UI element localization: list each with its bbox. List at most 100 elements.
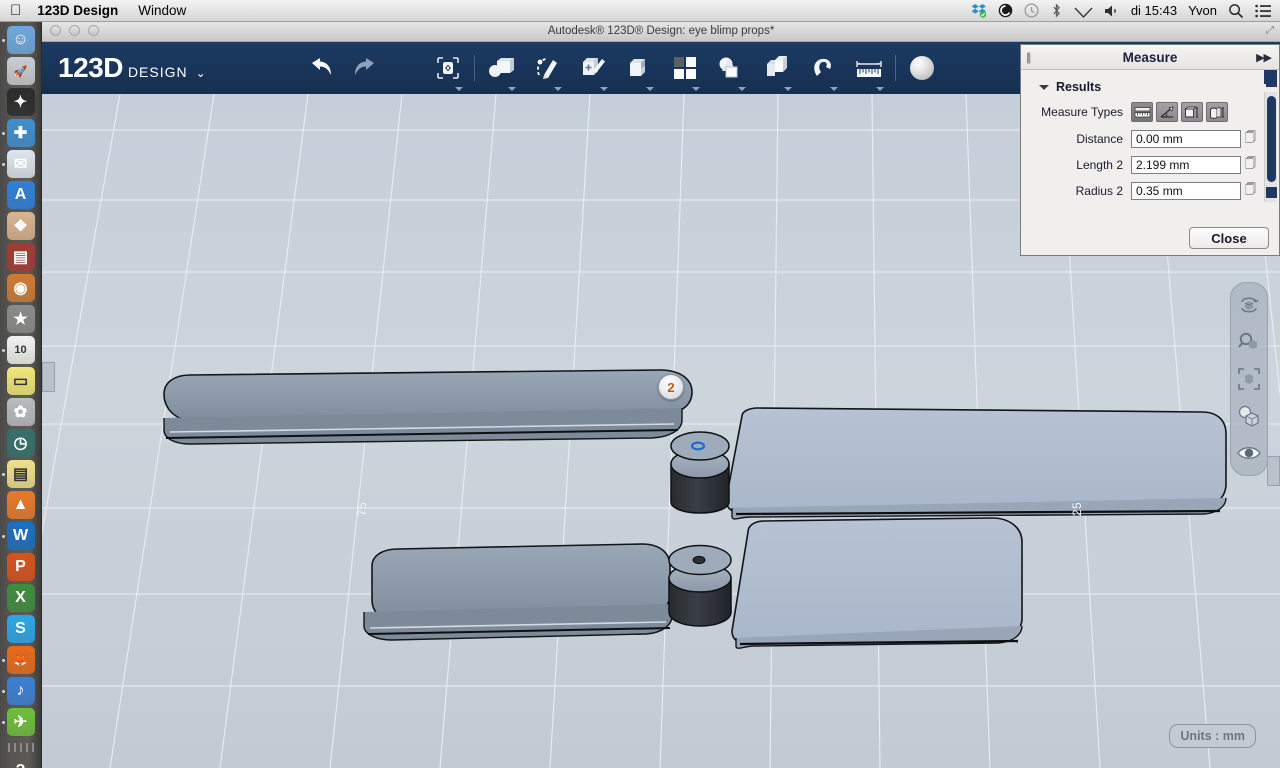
measure-field-input[interactable] xyxy=(1131,155,1241,174)
dock-item-itunes[interactable]: ♪ xyxy=(6,677,35,705)
measure-panel-scrollbar[interactable] xyxy=(1264,76,1277,202)
propeller-blade-upper-right xyxy=(725,407,1227,520)
right-panel-toggle[interactable] xyxy=(1267,456,1280,486)
time-machine-icon[interactable] xyxy=(1024,3,1039,18)
propeller-blade-lower-left xyxy=(363,543,673,641)
menubar-username[interactable]: Yvon xyxy=(1188,3,1217,18)
resize-handle-icon[interactable]: ⤢ xyxy=(1266,25,1274,36)
scroll-up-arrow[interactable] xyxy=(1266,76,1277,87)
expand-arrows-icon[interactable]: ▶▶ xyxy=(1256,51,1272,64)
tool-construct[interactable] xyxy=(577,52,609,91)
dock-item-app-store[interactable]: A xyxy=(6,181,35,209)
tool-material[interactable] xyxy=(906,52,938,84)
app-logo[interactable]: 123D DESIGN ⌄ xyxy=(58,52,206,84)
measure-field-input[interactable] xyxy=(1131,181,1241,200)
dock-item-time-machine[interactable]: ◷ xyxy=(6,429,35,457)
redo-arrow-icon[interactable] xyxy=(352,57,380,79)
results-section-header[interactable]: Results xyxy=(1039,80,1279,94)
tool-modify[interactable] xyxy=(623,52,655,91)
macos-dock[interactable]: ☺🚀✦✚✉A❖▤◉★10▭✿◷▤▲WPXS🦊♪✈?A▯🗑 xyxy=(0,22,42,768)
search-icon[interactable] xyxy=(1228,3,1244,19)
dock-item-stickies[interactable]: ▭ xyxy=(6,367,35,395)
measure-panel[interactable]: ||| Measure ▶▶ Results Measure Types Dis… xyxy=(1020,44,1280,256)
apple-logo-icon[interactable]:  xyxy=(10,3,21,18)
dock-item-word[interactable]: W xyxy=(6,522,35,550)
grid-label-75: 75 xyxy=(355,501,370,517)
dock-item-launchpad[interactable]: 🚀 xyxy=(6,57,35,85)
measure-field-input[interactable] xyxy=(1131,129,1241,148)
dock-item-powerpoint[interactable]: P xyxy=(6,553,35,581)
dock-item-iphoto[interactable]: ❖ xyxy=(6,212,35,240)
scroll-down-arrow[interactable] xyxy=(1266,187,1277,198)
measure-type-buttons[interactable] xyxy=(1131,102,1228,122)
tool-transform[interactable] xyxy=(432,52,464,91)
dropbox-icon[interactable] xyxy=(971,3,987,18)
menubar-window-menu[interactable]: Window xyxy=(138,3,186,18)
tool-measure[interactable] xyxy=(853,52,885,91)
scrollbar-thumb[interactable] xyxy=(1267,96,1276,182)
view-navigation-bar[interactable] xyxy=(1230,282,1268,476)
dock-item-green-app[interactable]: ✈ xyxy=(6,708,35,736)
toolbar-divider xyxy=(473,55,475,81)
dock-item-keynote[interactable]: ▤ xyxy=(6,243,35,271)
copy-icon[interactable]: 🗍 xyxy=(1245,129,1256,148)
menubar-app-name[interactable]: 123D Design xyxy=(37,3,118,18)
copy-icon[interactable]: 🗍 xyxy=(1245,155,1256,174)
wifi-icon[interactable] xyxy=(1074,4,1093,18)
dock-item-safari[interactable]: ✚ xyxy=(6,119,35,147)
modeling-tool-group[interactable] xyxy=(485,52,885,91)
menubar-clock[interactable]: di 15:43 xyxy=(1131,3,1177,18)
units-badge[interactable]: Units : mm xyxy=(1169,724,1256,748)
dock-item-excel[interactable]: X xyxy=(6,584,35,612)
volume-icon[interactable] xyxy=(1104,4,1120,18)
dock-item-vlc[interactable]: ▲ xyxy=(6,491,35,519)
measure-type-body-icon[interactable] xyxy=(1206,102,1228,122)
dock-item-notes[interactable]: ▤ xyxy=(6,460,35,488)
close-button[interactable]: Close xyxy=(1189,227,1269,249)
tool-combine[interactable] xyxy=(761,52,793,91)
dock-item-finder[interactable]: ☺ xyxy=(6,26,35,54)
circle-record-icon[interactable] xyxy=(998,3,1013,18)
dock-item-skype[interactable]: S xyxy=(6,615,35,643)
dock-item-photo-booth[interactable]: ◉ xyxy=(6,274,35,302)
pan-view-icon[interactable] xyxy=(1235,402,1263,430)
dock-item-mail[interactable]: ✉ xyxy=(6,150,35,178)
tool-caret-icon xyxy=(691,87,700,91)
dock-item-system-preferences[interactable]: ✿ xyxy=(6,398,35,426)
notification-list-icon[interactable] xyxy=(1255,4,1272,18)
dock-item-compass[interactable]: ✦ xyxy=(6,88,35,116)
bluetooth-icon[interactable] xyxy=(1050,3,1063,18)
left-panel-toggle[interactable] xyxy=(42,362,55,392)
tool-pattern[interactable] xyxy=(669,52,701,91)
tool-sketch[interactable] xyxy=(531,52,563,91)
dock-running-indicator xyxy=(1,349,5,352)
undo-redo-group[interactable] xyxy=(306,57,380,79)
chevron-down-icon[interactable]: ⌄ xyxy=(196,66,206,80)
tool-primitives[interactable] xyxy=(485,52,517,91)
dock-running-indicator xyxy=(1,132,5,135)
fit-to-window-icon[interactable] xyxy=(1235,365,1263,393)
eye-visibility-icon[interactable] xyxy=(1235,439,1263,467)
measure-type-ruler-icon[interactable] xyxy=(1131,102,1153,122)
propeller-blade-lower-right xyxy=(731,517,1023,649)
measure-panel-title: Measure xyxy=(1122,49,1178,65)
dock-item-firefox[interactable]: 🦊 xyxy=(6,646,35,674)
zoom-magnifier-icon[interactable] xyxy=(1235,328,1263,356)
measure-types-row: Measure Types xyxy=(1021,102,1279,122)
dock-item-imovie[interactable]: ★ xyxy=(6,305,35,333)
measure-panel-titlebar[interactable]: ||| Measure ▶▶ xyxy=(1021,45,1279,70)
dock-item-help[interactable]: ? xyxy=(7,757,35,768)
orbit-icon[interactable] xyxy=(1235,291,1263,319)
toolbar-divider-2 xyxy=(894,55,896,81)
tool-caret-icon xyxy=(454,87,463,91)
selection-count-badge[interactable]: 2 xyxy=(658,374,684,400)
undo-arrow-icon[interactable] xyxy=(306,57,334,79)
logo-123d: 123D xyxy=(58,52,123,83)
tool-grouping[interactable] xyxy=(715,52,747,91)
copy-icon[interactable]: 🗍 xyxy=(1245,181,1256,200)
measure-type-angle-icon[interactable] xyxy=(1156,102,1178,122)
triangle-down-icon[interactable] xyxy=(1039,84,1049,90)
dock-item-calendar[interactable]: 10 xyxy=(6,336,35,364)
tool-snap[interactable] xyxy=(807,52,839,91)
measure-type-face-icon[interactable] xyxy=(1181,102,1203,122)
